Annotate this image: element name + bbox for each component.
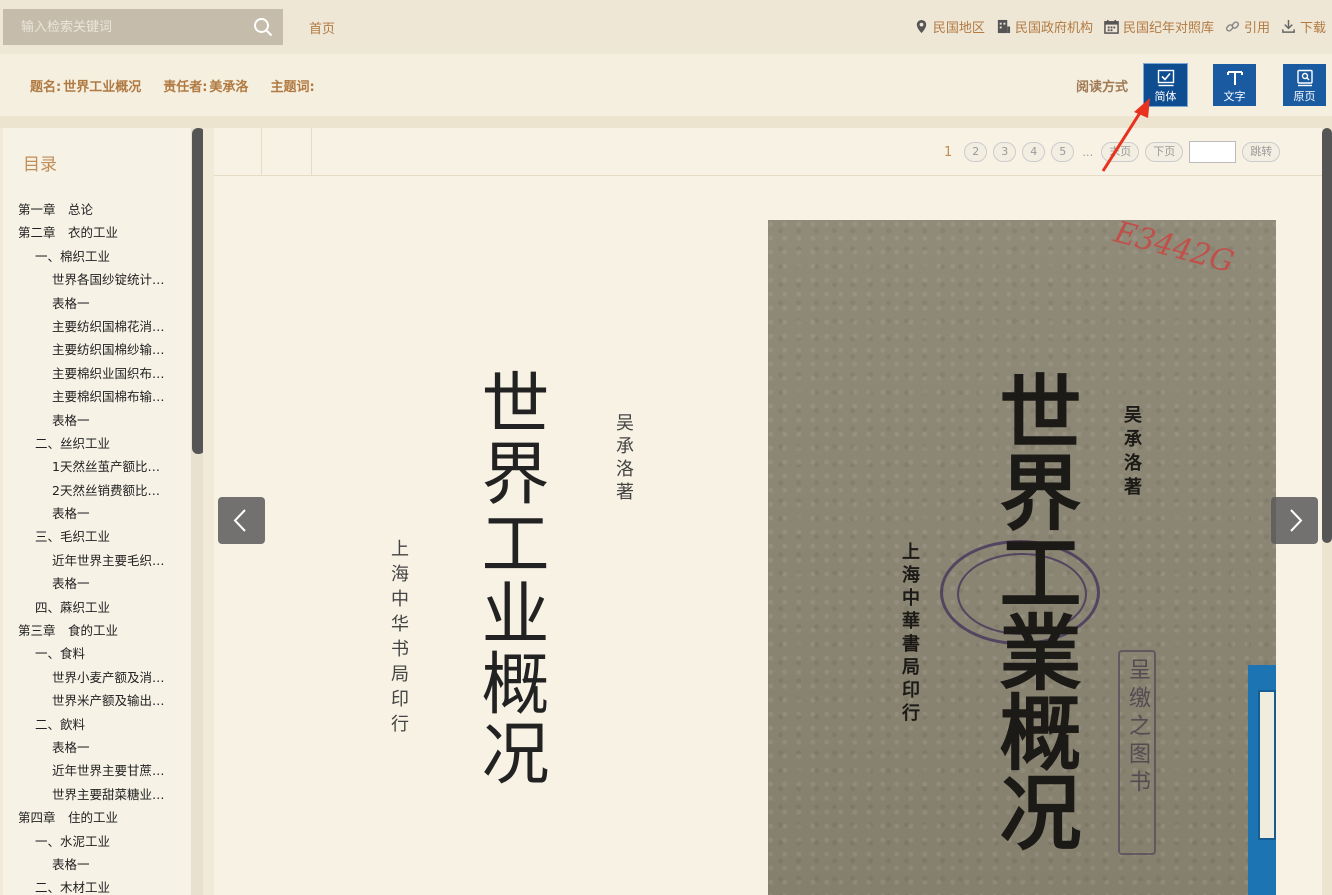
page-button-2[interactable]: 2	[964, 142, 988, 162]
reader-content: 1 2 3 4 5 … 末页 下页 跳转 世界工业概况 吴承洛著 上海中华书局印…	[214, 128, 1322, 895]
toc-item[interactable]: 表格一	[18, 502, 188, 525]
page-jump-input[interactable]	[1189, 141, 1237, 163]
toc-item[interactable]: 近年世界主要毛织…	[18, 549, 188, 572]
reading-mode-label: 阅读方式	[1076, 80, 1129, 95]
cite-link[interactable]: 引用	[1225, 17, 1270, 36]
toc-item[interactable]: 一、棉织工业	[18, 245, 188, 268]
toc-item[interactable]: 主要棉织业国织布…	[18, 362, 188, 385]
search-icon[interactable]	[253, 17, 273, 37]
pager-divider	[261, 128, 262, 176]
search-box	[3, 9, 283, 45]
top-bar: 首页 民国地区 民国政府机构 民国纪年对照库 引用 下载	[0, 0, 1332, 54]
toc-item[interactable]: 世界各国纱锭统计…	[18, 268, 188, 291]
toc-item[interactable]: 表格一	[18, 736, 188, 759]
toc-title: 目录	[23, 155, 57, 175]
prev-page-arrow[interactable]	[218, 497, 265, 544]
scan-title: 世界工業概况	[985, 370, 1081, 850]
title-field: 题名: 世界工业概况	[30, 76, 141, 95]
text-mode-label: 文字	[1223, 90, 1246, 103]
toc-item[interactable]: 一、食料	[18, 642, 188, 665]
author-value: 美承洛	[209, 80, 249, 95]
scan-publisher: 上海中華書局印行	[899, 542, 920, 726]
toc-item[interactable]: 近年世界主要甘蔗…	[18, 759, 188, 782]
building-icon	[997, 19, 1010, 34]
title-value: 世界工业概况	[63, 80, 142, 95]
subject-label: 主题词:	[270, 80, 315, 95]
toc-item[interactable]: 第三章 食的工业	[18, 619, 188, 642]
page-button-5[interactable]: 5	[1051, 142, 1075, 162]
author-field: 责任者: 美承洛	[163, 76, 248, 95]
jump-button[interactable]: 跳转	[1242, 142, 1281, 162]
toc-list: 第一章 总论 第二章 衣的工业 一、棉织工业 世界各国纱锭统计… 表格一 主要纺织国棉花消…	[18, 198, 188, 895]
region-link[interactable]: 民国地区	[914, 17, 985, 36]
link-icon	[1225, 21, 1240, 32]
calendar-icon	[1104, 19, 1119, 34]
toc-item[interactable]: 表格一	[18, 409, 188, 432]
calendar-link[interactable]: 民国纪年对照库	[1104, 17, 1214, 36]
home-link[interactable]: 首页	[309, 18, 335, 37]
toc-item[interactable]: 1天然丝茧产额比…	[18, 455, 188, 478]
pager-divider	[311, 128, 312, 176]
original-page-icon	[1296, 69, 1313, 87]
pager-ellipsis: …	[1082, 145, 1094, 159]
calendar-link-label: 民国纪年对照库	[1122, 21, 1214, 36]
location-icon	[916, 19, 927, 34]
deposit-stamp: 呈缴之图书	[1118, 650, 1156, 855]
toc-item[interactable]: 第二章 衣的工业	[18, 221, 188, 244]
toc-item[interactable]: 主要棉织国棉布输…	[18, 385, 188, 408]
title-label: 题名:	[30, 80, 62, 95]
scan-author: 吴承洛著	[1121, 405, 1142, 501]
cite-link-label: 引用	[1243, 21, 1270, 36]
check-page-icon	[1157, 69, 1174, 87]
download-link[interactable]: 下载	[1281, 17, 1326, 36]
toc-item[interactable]: 主要纺织国棉花消…	[18, 315, 188, 338]
toc-item[interactable]: 四、蔴织工业	[18, 596, 188, 619]
toc-item[interactable]: 表格一	[18, 292, 188, 315]
page-button-3[interactable]: 3	[993, 142, 1017, 162]
current-page[interactable]: 1	[944, 145, 952, 160]
toc-item[interactable]: 第一章 总论	[18, 198, 188, 221]
toc-item[interactable]: 2天然丝销费额比…	[18, 479, 188, 502]
toc-item[interactable]: 第四章 住的工业	[18, 806, 188, 829]
deposit-stamp-text: 呈缴之图书	[1125, 658, 1150, 798]
annotation-arrow-icon	[1101, 98, 1150, 172]
search-input[interactable]	[3, 9, 243, 45]
author-label: 责任者:	[163, 80, 208, 95]
toc-item[interactable]: 三、毛织工业	[18, 525, 188, 548]
original-page-mode-button[interactable]: 原页	[1283, 64, 1326, 106]
toc-scrollbar-thumb[interactable]	[192, 128, 203, 454]
text-icon	[1226, 71, 1243, 85]
toc-item[interactable]: 主要纺织国棉纱输…	[18, 338, 188, 361]
toc-item[interactable]: 二、飲料	[18, 713, 188, 736]
toc-item[interactable]: 表格一	[18, 572, 188, 595]
original-page-mode-label: 原页	[1293, 90, 1316, 103]
chevron-left-icon	[233, 509, 246, 532]
toc-sidebar: 目录 第一章 总论 第二章 衣的工业 一、棉织工业 世界各国纱锭统计… 表格一 主要纺织国…	[3, 128, 203, 895]
text-mode-button[interactable]: 文字	[1213, 64, 1256, 106]
book-meta: 题名: 世界工业概况 责任者: 美承洛 主题词:	[30, 76, 317, 95]
chevron-right-icon	[1290, 509, 1303, 532]
gov-agency-link[interactable]: 民国政府机构	[996, 17, 1093, 36]
download-link-label: 下载	[1299, 21, 1326, 36]
top-links: 民国地区 民国政府机构 民国纪年对照库 引用 下载	[914, 17, 1326, 36]
toc-item[interactable]: 世界小麦产额及消…	[18, 666, 188, 689]
toc-item[interactable]: 世界米产额及输出…	[18, 689, 188, 712]
toc-item[interactable]: 二、木材工业	[18, 876, 188, 895]
toc-item[interactable]: 一、水泥工业	[18, 830, 188, 853]
toc-item[interactable]: 二、丝织工业	[18, 432, 188, 455]
simplified-author: 吴承洛著	[613, 413, 634, 505]
page-button-4[interactable]: 4	[1022, 142, 1046, 162]
subject-field: 主题词:	[270, 76, 316, 95]
next-page-arrow[interactable]	[1271, 497, 1318, 544]
simplified-publisher: 上海中华书局印行	[388, 539, 409, 739]
adjacent-page-inner	[1258, 690, 1276, 840]
toc-item[interactable]: 世界主要甜菜糖业…	[18, 783, 188, 806]
original-page-scan: E3442G 世界工業概况 吴承洛著 上海中華書局印行 呈缴之图书	[768, 220, 1276, 895]
gov-agency-link-label: 民国政府机构	[1014, 21, 1093, 36]
region-link-label: 民国地区	[932, 21, 985, 36]
toc-item[interactable]: 表格一	[18, 853, 188, 876]
simplified-title: 世界工业概况	[469, 368, 548, 788]
content-scrollbar-thumb[interactable]	[1322, 128, 1332, 543]
download-icon	[1282, 19, 1295, 33]
